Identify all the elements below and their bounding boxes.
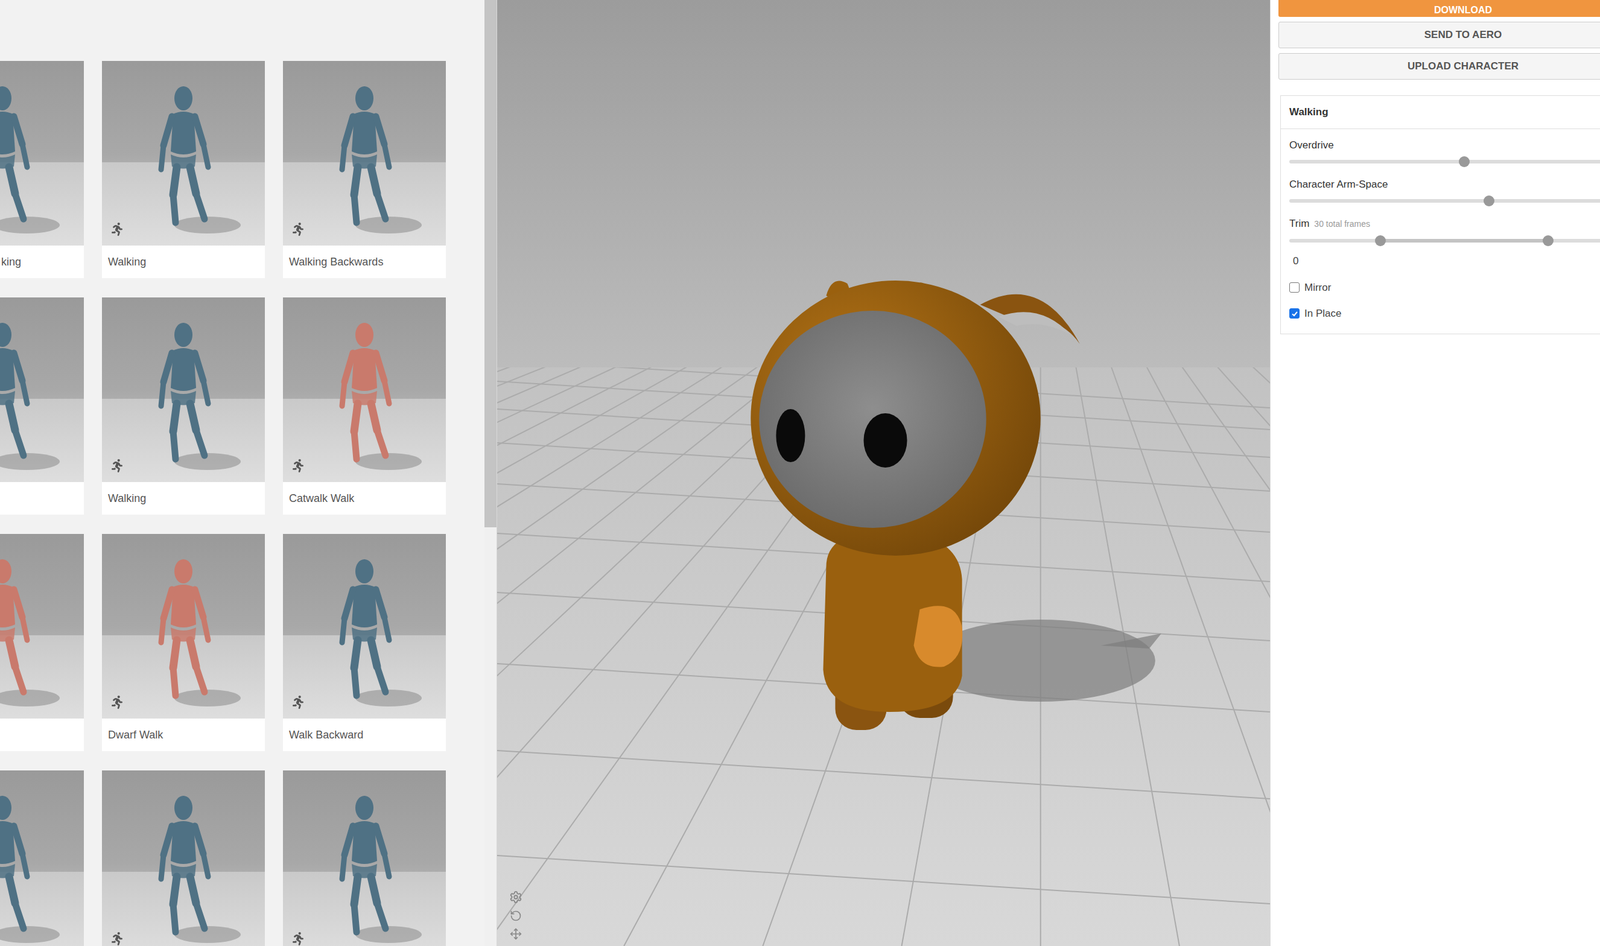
trim-row: Trim 30 total frames 0 xyxy=(1289,217,1600,270)
trim-reading: 0 xyxy=(1289,250,1600,270)
animation-type-icon xyxy=(291,932,305,946)
animation-card[interactable]: Walk Backward xyxy=(282,533,446,752)
settings-title: Walking xyxy=(1280,95,1600,130)
character-figure-icon xyxy=(101,297,265,483)
reset-view-icon[interactable] xyxy=(509,909,522,922)
character-figure-icon xyxy=(0,297,84,483)
slider-label: Character Arm-Space xyxy=(1289,177,1600,191)
animation-thumbnail xyxy=(101,533,265,719)
animation-thumbnail xyxy=(0,533,84,719)
checkbox-label: In Place xyxy=(1304,305,1342,322)
animation-card[interactable]: Walking Backwards xyxy=(282,60,446,279)
animation-thumbnail xyxy=(101,297,265,483)
animation-thumbnail xyxy=(0,297,84,483)
action-button[interactable]: SEND TO AERO xyxy=(1278,21,1600,49)
right-panel: DOWNLOAD SEND TO AERO UPLOAD CHARACTER Walk… xyxy=(1269,0,1600,946)
animation-thumbnail xyxy=(101,60,265,246)
character-figure-icon xyxy=(282,60,446,246)
character-figure-icon xyxy=(101,60,265,246)
checkbox-label: Mirror xyxy=(1304,279,1331,296)
slider-label: Overdrive xyxy=(1289,138,1600,152)
slider[interactable] xyxy=(1289,156,1600,168)
download-button[interactable]: DOWNLOAD xyxy=(1278,0,1600,17)
slider-handle[interactable] xyxy=(1458,156,1470,168)
character-figure-icon xyxy=(0,770,84,946)
animation-type-icon xyxy=(291,695,305,709)
checkbox-row[interactable]: Mirror xyxy=(1289,279,1600,296)
character-figure-icon xyxy=(282,533,446,719)
animation-thumbnail xyxy=(282,60,446,246)
trim-label: Trim xyxy=(1289,217,1310,230)
animation-label: king xyxy=(1,253,22,271)
viewport[interactable] xyxy=(497,0,1270,946)
scene-icon xyxy=(497,0,1270,946)
trim-note: 30 total frames xyxy=(1314,217,1371,231)
animation-label: Walking xyxy=(107,490,147,507)
character-figure-icon xyxy=(282,770,446,946)
animation-thumbnail xyxy=(0,60,84,246)
checkbox[interactable] xyxy=(1289,282,1300,293)
character-figure-icon xyxy=(0,60,84,246)
scrollbar[interactable] xyxy=(484,0,497,946)
animation-type-icon xyxy=(110,932,124,946)
slider-row: Character Arm-Space xyxy=(1289,177,1600,207)
character-figure-icon xyxy=(282,297,446,483)
animation-label: Walk Backward xyxy=(288,726,364,744)
animation-card[interactable]: king xyxy=(0,60,84,279)
range-start-handle[interactable] xyxy=(1374,235,1386,247)
settings-icon[interactable] xyxy=(509,890,523,904)
checkbox[interactable] xyxy=(1289,308,1300,319)
character-figure-icon xyxy=(101,770,265,946)
animation-library: king Walking Walking Backwards Walking Catwa… xyxy=(0,0,498,946)
range-slider[interactable] xyxy=(1289,235,1600,247)
app: king Walking Walking Backwards Walking Catwa… xyxy=(0,0,1600,946)
check-icon xyxy=(1291,310,1299,318)
animation-card[interactable]: Catwalk Walk xyxy=(282,297,446,515)
animation-label: Dwarf Walk xyxy=(107,726,163,744)
animation-thumbnail xyxy=(0,770,84,946)
animation-label: Catwalk Walk xyxy=(288,490,355,507)
slider[interactable] xyxy=(1289,195,1600,207)
scrollbar-thumb[interactable] xyxy=(484,0,497,528)
animation-grid: king Walking Walking Backwards Walking Catwa… xyxy=(0,60,485,946)
animation-card[interactable] xyxy=(0,770,84,946)
animation-type-icon xyxy=(291,222,305,236)
animation-type-icon xyxy=(110,459,124,473)
slider-row: Overdrive xyxy=(1289,138,1600,168)
checkbox-row[interactable]: In Place xyxy=(1289,305,1600,322)
animation-type-icon xyxy=(110,222,124,236)
animation-thumbnail xyxy=(101,770,265,946)
action-button[interactable]: UPLOAD CHARACTER xyxy=(1278,53,1600,80)
settings-panel: Walking Overdrive Character Arm-Space Trim 3… xyxy=(1280,95,1600,335)
pan-icon[interactable] xyxy=(509,927,522,940)
animation-card[interactable] xyxy=(282,770,446,946)
animation-thumbnail xyxy=(282,297,446,483)
animation-type-icon xyxy=(110,695,124,709)
animation-card[interactable]: Dwarf Walk xyxy=(101,533,265,752)
animation-card[interactable] xyxy=(0,533,84,752)
animation-label: Walking xyxy=(107,253,147,271)
animation-label: Walking Backwards xyxy=(288,253,384,271)
animation-card[interactable]: Walking xyxy=(101,297,265,515)
animation-thumbnail xyxy=(282,770,446,946)
range-end-handle[interactable] xyxy=(1542,235,1554,247)
animation-card[interactable] xyxy=(101,770,265,946)
character-figure-icon xyxy=(0,533,84,719)
animation-type-icon xyxy=(291,459,305,473)
slider-handle[interactable] xyxy=(1483,195,1495,207)
animation-card[interactable] xyxy=(0,297,84,515)
animation-thumbnail xyxy=(282,533,446,719)
character-figure-icon xyxy=(101,533,265,719)
animation-card[interactable]: Walking xyxy=(101,60,265,279)
